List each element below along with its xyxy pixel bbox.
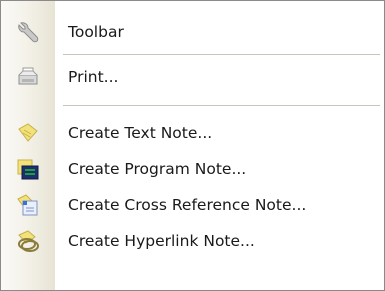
menu-item-create-cross-reference-note[interactable]: Create Cross Reference Note... [1,187,384,223]
hyperlink-note-icon [16,229,40,253]
menu-item-label: Toolbar [68,23,124,41]
context-menu: Toolbar Print... Create Text Note... Cre… [0,0,385,291]
menu-item-create-program-note[interactable]: Create Program Note... [1,151,384,187]
menu-item-label: Create Text Note... [68,124,213,142]
cross-reference-note-icon [16,193,40,217]
menu-item-label: Create Program Note... [68,160,247,178]
menu-item-label: Create Hyperlink Note... [68,232,255,250]
program-note-icon [16,157,40,181]
printer-icon [16,65,40,89]
menu-separator [63,105,380,106]
menu-item-toolbar[interactable]: Toolbar [1,14,384,50]
menu-separator [63,54,380,55]
menu-item-create-text-note[interactable]: Create Text Note... [1,115,384,151]
wrench-icon [16,20,40,44]
menu-item-create-hyperlink-note[interactable]: Create Hyperlink Note... [1,223,384,259]
text-note-icon [16,121,40,145]
menu-item-label: Create Cross Reference Note... [68,196,307,214]
menu-item-label: Print... [68,68,119,86]
menu-item-print[interactable]: Print... [1,59,384,95]
